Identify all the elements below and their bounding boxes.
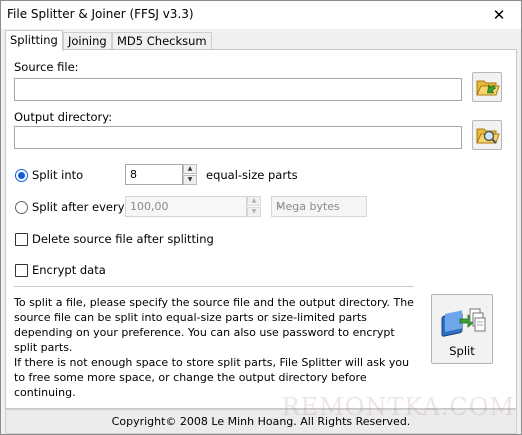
split-button-label: Split xyxy=(449,344,475,358)
tab-splitting[interactable]: Splitting xyxy=(5,30,63,51)
footer: Copyright© 2008 Le Minh Hoang. All Right… xyxy=(5,409,517,434)
split-into-label: Split into xyxy=(32,168,84,182)
close-button[interactable]: ✕ xyxy=(477,1,521,29)
chevron-down-icon: ⌄ xyxy=(276,200,285,211)
split-after-spinner[interactable]: ▲ ▼ xyxy=(247,196,261,217)
source-file-field[interactable] xyxy=(14,78,462,101)
copyright-text: Copyright© 2008 Le Minh Hoang. All Right… xyxy=(111,415,411,428)
split-into-radio[interactable] xyxy=(15,169,28,182)
book-split-icon xyxy=(441,308,486,337)
browse-output-button[interactable] xyxy=(472,120,502,150)
delete-source-checkbox[interactable] xyxy=(15,233,28,246)
split-button[interactable]: Split xyxy=(431,294,493,364)
output-directory-input[interactable] xyxy=(15,127,461,148)
close-icon: ✕ xyxy=(492,6,506,24)
title-bar: File Splitter & Joiner (FFSJ v3.3) ✕ xyxy=(1,1,521,29)
encrypt-data-checkbox[interactable] xyxy=(15,264,28,277)
delete-source-label: Delete source file after splitting xyxy=(32,232,214,246)
split-into-input[interactable] xyxy=(126,165,182,184)
info-paragraph-2: If there is not enough space to store sp… xyxy=(14,356,410,399)
size-unit-select[interactable]: Mega bytes ⌄ xyxy=(271,196,367,217)
source-file-label: Source file: xyxy=(14,60,79,74)
output-directory-label: Output directory: xyxy=(14,110,113,124)
split-after-input[interactable] xyxy=(126,197,246,216)
encrypt-data-label: Encrypt data xyxy=(32,263,106,277)
spin-up-icon[interactable]: ▲ xyxy=(183,164,197,174)
tab-md5-checksum[interactable]: MD5 Checksum xyxy=(112,32,212,50)
split-after-field[interactable] xyxy=(125,196,247,217)
folder-search-icon xyxy=(476,128,500,144)
window-title: File Splitter & Joiner (FFSJ v3.3) xyxy=(7,7,194,21)
browse-source-button[interactable] xyxy=(472,72,502,102)
split-after-radio[interactable] xyxy=(15,201,28,214)
spin-up-icon[interactable]: ▲ xyxy=(247,196,261,206)
folder-open-icon xyxy=(476,80,500,96)
spin-down-icon[interactable]: ▼ xyxy=(183,175,197,185)
divider xyxy=(14,286,414,287)
split-after-label: Split after every xyxy=(32,200,125,214)
tab-joining[interactable]: Joining xyxy=(63,32,112,50)
source-file-input[interactable] xyxy=(15,79,461,100)
split-into-spinner[interactable]: ▲ ▼ xyxy=(183,164,197,185)
spin-down-icon[interactable]: ▼ xyxy=(247,207,261,217)
splitting-panel: Source file: Output directory: Split int… xyxy=(5,49,517,409)
app-window: File Splitter & Joiner (FFSJ v3.3) ✕ Spl… xyxy=(0,0,522,435)
split-into-field[interactable] xyxy=(125,164,183,185)
info-paragraph-1: To split a file, please specify the sour… xyxy=(14,296,414,354)
equal-size-parts-label: equal-size parts xyxy=(206,168,298,182)
output-directory-field[interactable] xyxy=(14,126,462,149)
